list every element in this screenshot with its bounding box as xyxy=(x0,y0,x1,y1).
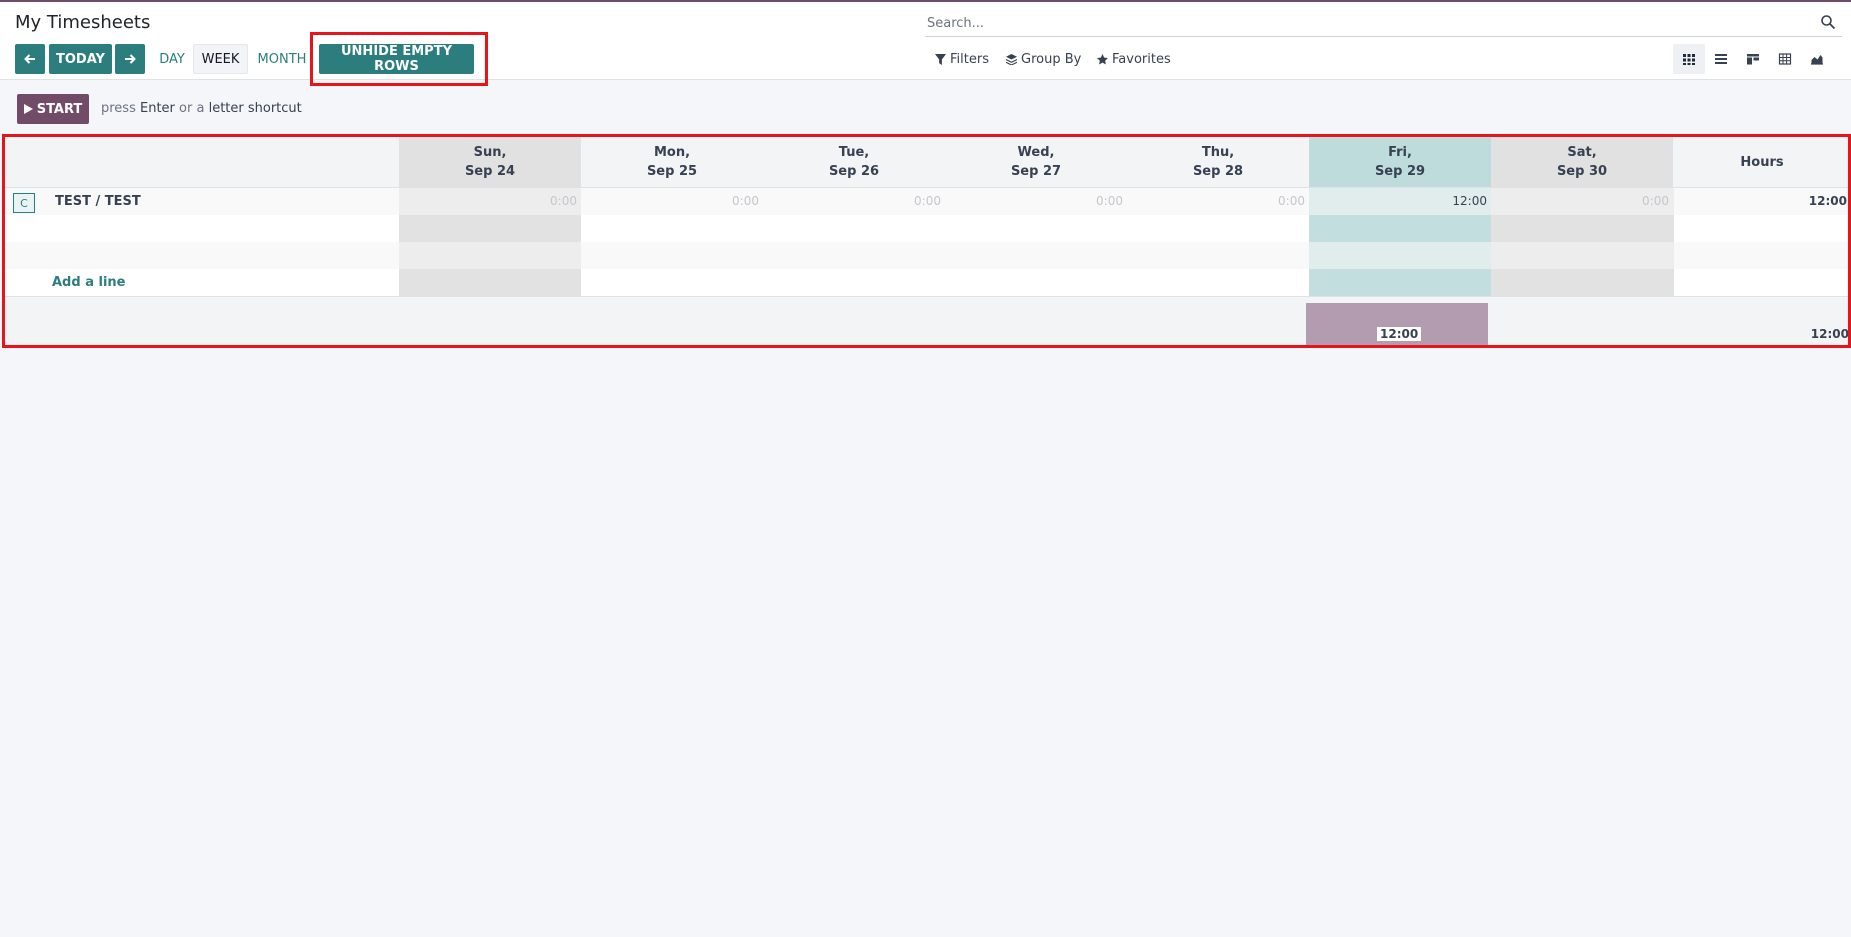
search-icon[interactable] xyxy=(1820,14,1836,30)
add-line-link[interactable]: Add a line xyxy=(52,275,125,290)
day-name: Tue, xyxy=(838,145,870,160)
day-header-thu: Thu, Sep 28 xyxy=(1127,137,1309,188)
previous-button[interactable] xyxy=(15,44,45,74)
row-band xyxy=(5,242,1851,269)
filters-toggle[interactable]: Filters xyxy=(935,50,989,68)
cell-thu[interactable]: 0:00 xyxy=(1127,194,1309,208)
list-view-button[interactable] xyxy=(1705,44,1737,74)
cell-mon[interactable]: 0:00 xyxy=(581,194,763,208)
start-timer-button[interactable]: START xyxy=(17,94,89,124)
search-bar xyxy=(925,10,1842,37)
range-week[interactable]: WEEK xyxy=(193,44,248,74)
table-icon xyxy=(1778,53,1792,65)
cell-sat[interactable]: 0:00 xyxy=(1491,194,1673,208)
next-button[interactable] xyxy=(115,44,145,74)
group-by-toggle[interactable]: Group By xyxy=(1006,50,1081,68)
day-total-fri: 12:00 xyxy=(1377,327,1422,341)
day-date: Sep 29 xyxy=(1374,164,1426,179)
unhide-empty-rows-button[interactable]: UNHIDE EMPTY ROWS xyxy=(319,44,474,74)
today-button[interactable]: TODAY xyxy=(49,44,112,74)
row-total: 12:00 xyxy=(1808,194,1847,208)
favorites-label: Favorites xyxy=(1112,51,1171,67)
grid-footer: 12:00 12:00 xyxy=(5,296,1851,348)
cell-tue[interactable]: 0:00 xyxy=(763,194,945,208)
day-name: Sun, xyxy=(473,145,507,160)
start-label: START xyxy=(36,101,83,117)
kanban-icon xyxy=(1747,54,1759,65)
day-header-fri: Fri, Sep 29 xyxy=(1309,137,1491,188)
arrow-left-icon xyxy=(24,54,35,64)
filters-label: Filters xyxy=(950,51,989,67)
page-title: My Timesheets xyxy=(15,12,151,33)
day-header-wed: Wed, Sep 27 xyxy=(945,137,1127,188)
arrow-right-icon xyxy=(125,54,136,64)
grand-total: 12:00 xyxy=(1810,327,1849,341)
kanban-view-button[interactable] xyxy=(1737,44,1769,74)
day-date: Sep 26 xyxy=(828,164,880,179)
avatar: C xyxy=(13,193,35,213)
filter-icon xyxy=(935,53,946,65)
day-name: Fri, xyxy=(1388,145,1412,160)
star-icon xyxy=(1097,53,1108,65)
day-name: Mon, xyxy=(653,145,691,160)
pivot-view-button[interactable] xyxy=(1769,44,1801,74)
cell-sun[interactable]: 0:00 xyxy=(399,194,581,208)
day-date: Sep 28 xyxy=(1192,164,1244,179)
hours-header: Hours xyxy=(1673,137,1851,188)
grid-icon xyxy=(1683,54,1695,65)
area-chart-icon xyxy=(1811,55,1823,65)
hint-prefix: press xyxy=(101,101,136,116)
control-panel: My Timesheets TODAY DAY WEEK MONTH UNHID… xyxy=(0,2,1851,86)
cell-fri[interactable]: 12:00 xyxy=(1309,194,1491,208)
favorites-toggle[interactable]: Favorites xyxy=(1097,50,1171,68)
day-date: Sep 27 xyxy=(1010,164,1062,179)
search-input[interactable] xyxy=(927,13,1787,33)
day-header-tue: Tue, Sep 26 xyxy=(763,137,945,188)
day-header-sat: Sat, Sep 30 xyxy=(1491,137,1673,188)
hint-mid: or a xyxy=(179,101,205,116)
timesheet-grid: Sun, Sep 24 Mon, Sep 25 Tue, Sep 26 Wed, Sep… xyxy=(5,137,1851,348)
day-date: Sep 25 xyxy=(646,164,698,179)
day-date: Sep 24 xyxy=(464,164,516,179)
day-date: Sep 30 xyxy=(1556,164,1608,179)
layers-icon xyxy=(1006,53,1017,65)
group-by-label: Group By xyxy=(1021,51,1082,67)
day-name: Thu, xyxy=(1201,145,1235,160)
range-day[interactable]: DAY xyxy=(155,44,189,74)
grid-corner-header xyxy=(5,137,399,188)
list-icon xyxy=(1715,54,1727,64)
hint-key: Enter xyxy=(140,101,175,116)
range-month[interactable]: MONTH xyxy=(254,44,310,74)
day-total-bar xyxy=(1306,303,1488,348)
row-label[interactable]: TEST / TEST xyxy=(55,194,141,209)
hint-suffix: letter shortcut xyxy=(208,101,302,116)
timer-hint: press Enter or a letter shortcut xyxy=(101,101,302,116)
day-header-mon: Mon, Sep 25 xyxy=(581,137,763,188)
day-name: Wed, xyxy=(1017,145,1055,160)
grid-view-button[interactable] xyxy=(1673,44,1705,74)
play-icon xyxy=(23,104,33,114)
graph-view-button[interactable] xyxy=(1801,44,1833,74)
day-name: Sat, xyxy=(1567,145,1597,160)
cell-wed[interactable]: 0:00 xyxy=(945,194,1127,208)
day-header-sun: Sun, Sep 24 xyxy=(399,137,581,188)
